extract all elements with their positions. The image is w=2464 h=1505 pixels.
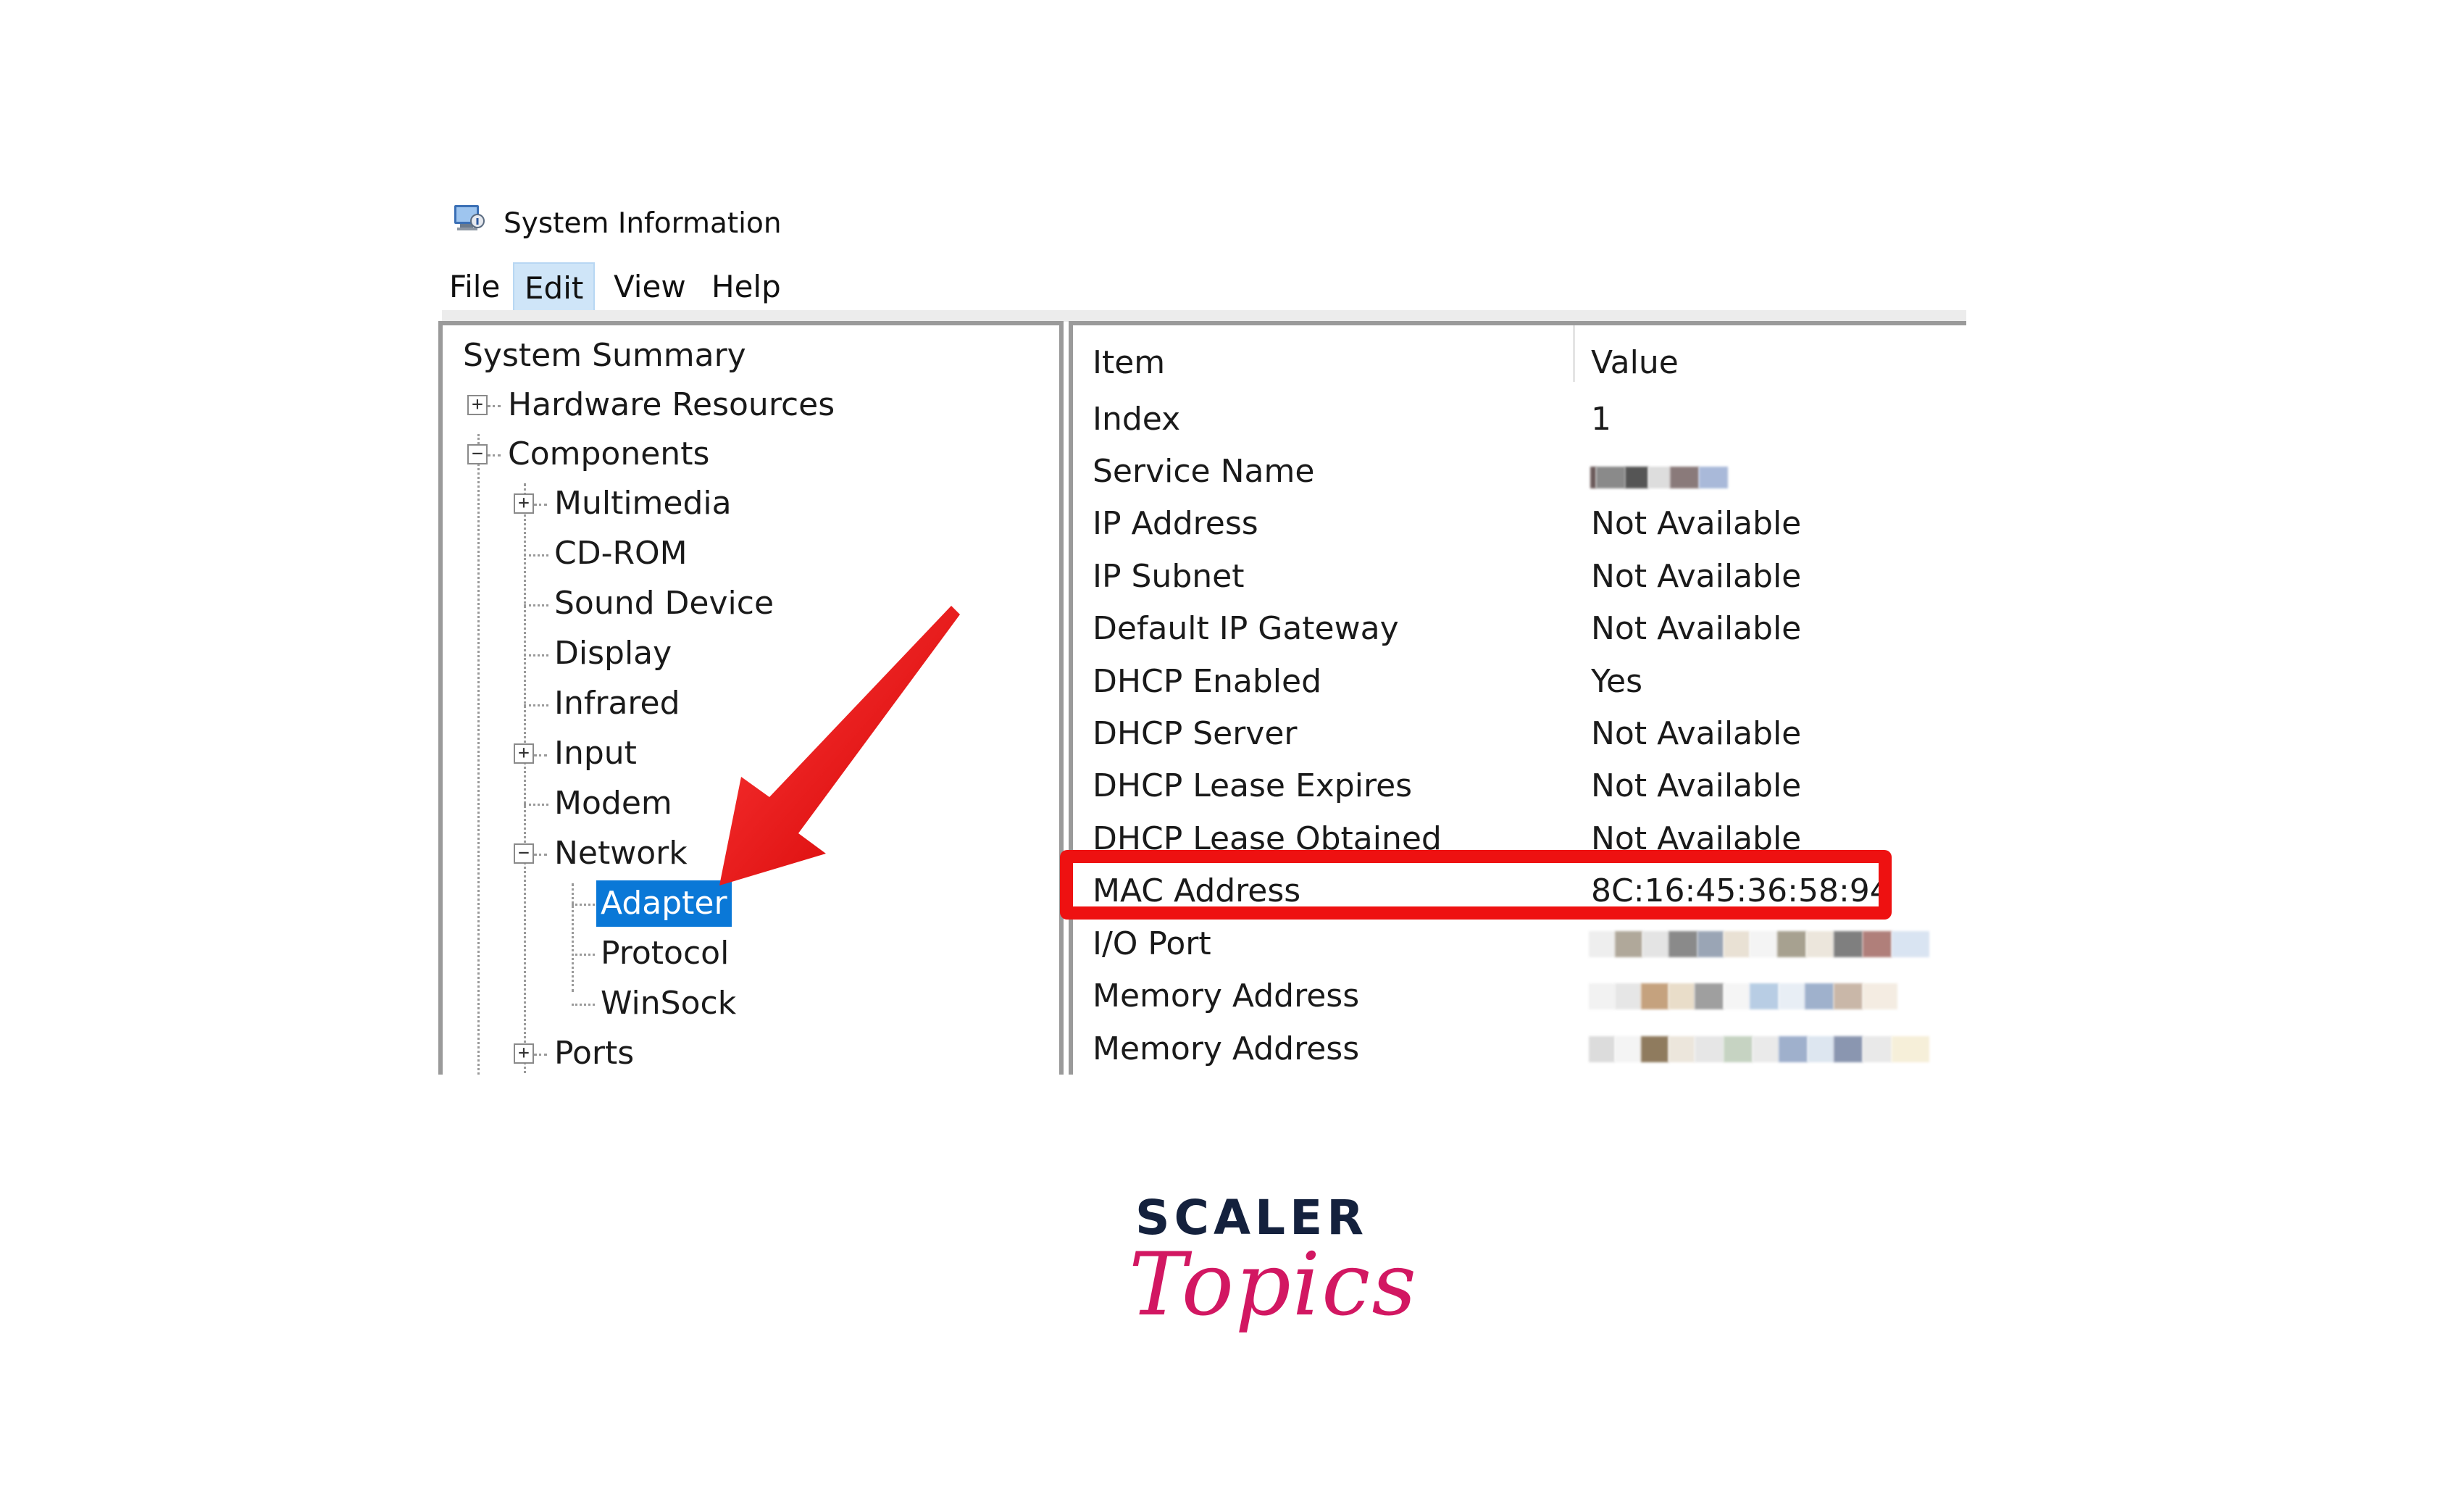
row-value-index: 1 (1591, 401, 1611, 438)
column-divider[interactable] (1573, 325, 1575, 382)
row-item-dhcp-lease-expires: DHCP Lease Expires (1093, 767, 1413, 804)
tree-item-label: Protocol (601, 935, 730, 972)
row-item-service-name: Service Name (1093, 453, 1315, 490)
row-value-ip-subnet: Not Available (1591, 558, 1802, 595)
menu-file[interactable]: File (449, 262, 500, 312)
scaler-topics-logo: SCALER Topics (1116, 1190, 1416, 1378)
collapse-icon[interactable]: − (514, 843, 534, 864)
collapse-icon[interactable]: − (467, 444, 488, 464)
mac-address-highlight (1060, 850, 1892, 920)
tree-item-hardware-resources[interactable]: + Hardware Resources (443, 382, 1058, 428)
redacted-value (1589, 1036, 1958, 1062)
row-item-memory-address: Memory Address (1093, 1030, 1360, 1067)
tree-item-label: Hardware Resources (508, 386, 835, 423)
row-value-dhcp-lease-expires: Not Available (1591, 767, 1802, 804)
redacted-value (1589, 983, 1958, 1009)
tree-item-display[interactable]: Display (443, 630, 1058, 677)
tree-item-infrared[interactable]: Infrared (443, 680, 1058, 727)
logo-wordmark-topics: Topics (1129, 1235, 1418, 1335)
tree-item-label: WinSock (601, 985, 737, 1022)
row-item-ip-address: IP Address (1093, 505, 1258, 542)
column-header-item[interactable]: Item (1093, 337, 1165, 389)
menu-edit[interactable]: Edit (513, 262, 596, 312)
menu-help[interactable]: Help (711, 262, 781, 312)
redacted-value (1590, 467, 1735, 488)
menu-view[interactable]: View (614, 262, 686, 312)
tree-item-multimedia[interactable]: + Multimedia (443, 480, 1058, 527)
tree-item-system-summary[interactable]: System Summary (443, 333, 1058, 379)
details-list[interactable]: Item Value Index 1 Service Name IP Addre… (1069, 321, 1966, 1075)
system-information-icon (454, 205, 485, 230)
window-title: System Information (504, 207, 782, 240)
tree-item-cd-rom[interactable]: CD-ROM (443, 530, 1058, 577)
row-value-dhcp-enabled: Yes (1591, 663, 1643, 700)
tree-item-label: Network (554, 835, 688, 872)
tree-item-components[interactable]: − Components (443, 431, 1058, 478)
tree-item-protocol[interactable]: Protocol (443, 930, 1058, 977)
tree-item-label: Infrared (554, 685, 680, 722)
row-item-memory-address: Memory Address (1093, 977, 1360, 1014)
tree-item-adapter[interactable]: Adapter (443, 880, 1058, 927)
expand-icon[interactable]: + (467, 395, 488, 415)
column-header-value[interactable]: Value (1591, 337, 1679, 389)
menu-divider (442, 310, 1966, 322)
tree-item-label: CD-ROM (554, 535, 688, 572)
tree-item-label: Multimedia (554, 485, 732, 522)
redacted-value (1589, 931, 1958, 957)
tree-item-winsock[interactable]: WinSock (443, 980, 1058, 1027)
tree-item-label: Display (554, 635, 672, 672)
tree-item-label: Sound Device (554, 585, 774, 622)
tree-item-ports[interactable]: + Ports (443, 1030, 1058, 1075)
category-tree[interactable]: System Summary + Hardware Resources − Co… (438, 321, 1064, 1075)
tree-item-input[interactable]: + Input (443, 730, 1058, 777)
tree-item-label: Input (554, 735, 637, 772)
row-item-io-port: I/O Port (1093, 925, 1211, 962)
tree-item-label: Modem (554, 785, 672, 822)
row-value-ip-address: Not Available (1591, 505, 1802, 542)
tree-item-label: Ports (554, 1035, 635, 1072)
tree-item-label: System Summary (463, 337, 746, 374)
row-item-dhcp-enabled: DHCP Enabled (1093, 663, 1322, 700)
tree-item-label: Components (508, 435, 710, 472)
expand-icon[interactable]: + (514, 1043, 534, 1064)
tree-item-network[interactable]: − Network (443, 830, 1058, 877)
row-value-default-ip-gateway: Not Available (1591, 610, 1802, 647)
row-item-dhcp-server: DHCP Server (1093, 715, 1298, 752)
tree-item-sound-device[interactable]: Sound Device (443, 580, 1058, 627)
row-item-default-ip-gateway: Default IP Gateway (1093, 610, 1399, 647)
row-value-dhcp-server: Not Available (1591, 715, 1802, 752)
row-item-ip-subnet: IP Subnet (1093, 558, 1245, 595)
expand-icon[interactable]: + (514, 493, 534, 514)
tree-item-label-selected: Adapter (596, 880, 732, 927)
tree-item-modem[interactable]: Modem (443, 780, 1058, 827)
expand-icon[interactable]: + (514, 743, 534, 764)
row-item-index: Index (1093, 401, 1181, 438)
